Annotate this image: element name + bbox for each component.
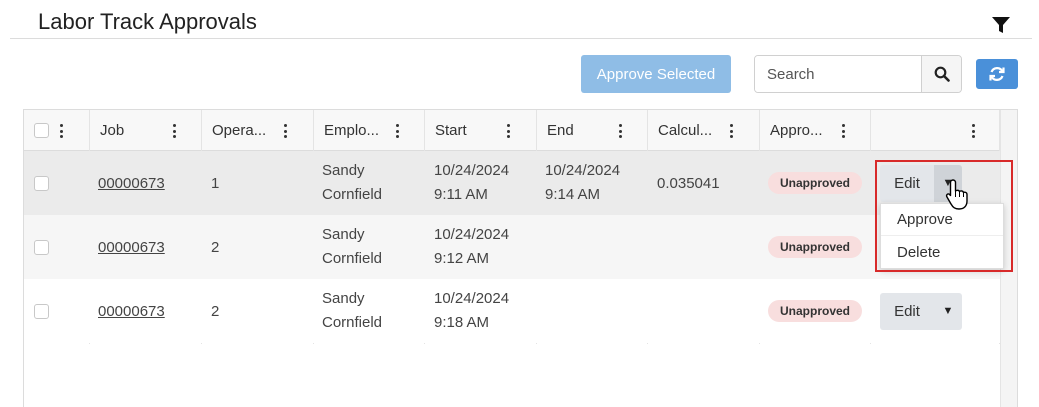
table-row[interactable]: 00000673 1 Sandy Cornfield 10/24/2024 9:… (24, 151, 1000, 215)
kebab-menu-icon[interactable] (838, 122, 848, 140)
search-input[interactable] (755, 56, 921, 92)
kebab-menu-icon[interactable] (503, 122, 513, 140)
row-checkbox[interactable] (34, 303, 49, 319)
edit-button[interactable]: Edit (880, 292, 934, 330)
start-time: 9:12 AM (434, 250, 490, 267)
kebab-menu-icon[interactable] (56, 122, 66, 140)
start-date: 10/24/2024 (434, 162, 510, 179)
header-calculated[interactable]: Calcul... (648, 110, 712, 151)
menu-item-approve[interactable]: Approve (881, 204, 1003, 236)
job-link[interactable]: 00000673 (98, 303, 165, 320)
action-dropdown-menu: Approve Delete (880, 203, 1004, 269)
operation-cell: 1 (211, 174, 220, 192)
status-badge: Unapproved (768, 300, 863, 322)
employee-first: Sandy (322, 290, 365, 307)
table-row[interactable]: 00000673 2 Sandy Cornfield 10/24/2024 9:… (24, 215, 1000, 279)
kebab-menu-icon[interactable] (726, 122, 736, 140)
operation-cell: 2 (211, 238, 220, 256)
approvals-grid: Job Opera... Emplo... Start End Calcul..… (23, 109, 1018, 407)
employee-last: Cornfield (322, 250, 383, 267)
status-badge: Unapproved (768, 236, 863, 258)
job-link[interactable]: 00000673 (98, 239, 165, 256)
refresh-button[interactable] (976, 59, 1018, 89)
filter-icon[interactable] (990, 15, 1012, 35)
kebab-menu-icon[interactable] (615, 122, 625, 140)
edit-split-button: Edit ▼ (880, 164, 962, 202)
approve-selected-button[interactable]: Approve Selected (581, 55, 731, 93)
edit-button[interactable]: Edit (880, 164, 934, 202)
end-time: 9:14 AM (545, 186, 601, 203)
header-divider (10, 38, 1032, 39)
header-employee[interactable]: Emplo... (314, 110, 379, 151)
search-icon (934, 66, 950, 82)
search-button[interactable] (921, 56, 961, 92)
refresh-icon (989, 67, 1005, 81)
start-date: 10/24/2024 (434, 226, 510, 243)
kebab-menu-icon[interactable] (968, 122, 978, 140)
row-checkbox[interactable] (34, 239, 49, 255)
header-start[interactable]: Start (425, 110, 467, 151)
search-box (754, 55, 962, 93)
operation-cell: 2 (211, 302, 220, 320)
start-date: 10/24/2024 (434, 290, 510, 307)
header-approval[interactable]: Appro... (760, 110, 823, 151)
status-badge: Unapproved (768, 172, 863, 194)
header-end[interactable]: End (537, 110, 574, 151)
kebab-menu-icon[interactable] (392, 122, 402, 140)
header-operation[interactable]: Opera... (202, 110, 266, 151)
caret-down-icon[interactable]: ▼ (934, 164, 962, 202)
start-time: 9:11 AM (434, 186, 488, 203)
calculated-cell: 0.035041 (657, 174, 720, 192)
edit-split-button: Edit ▼ (880, 292, 962, 330)
select-all-checkbox[interactable] (34, 123, 49, 138)
page-title: Labor Track Approvals (38, 9, 257, 34)
start-time: 9:18 AM (434, 314, 490, 331)
employee-last: Cornfield (322, 186, 383, 203)
employee-first: Sandy (322, 226, 365, 243)
row-checkbox[interactable] (34, 175, 49, 191)
header-job[interactable]: Job (90, 110, 124, 151)
kebab-menu-icon[interactable] (280, 122, 290, 140)
employee-first: Sandy (322, 162, 365, 179)
caret-down-icon[interactable]: ▼ (934, 292, 962, 330)
end-date: 10/24/2024 (545, 162, 621, 179)
kebab-menu-icon[interactable] (169, 122, 179, 140)
job-link[interactable]: 00000673 (98, 175, 165, 192)
employee-last: Cornfield (322, 314, 383, 331)
menu-item-delete[interactable]: Delete (881, 236, 1003, 268)
table-row[interactable]: 00000673 2 Sandy Cornfield 10/24/2024 9:… (24, 279, 1000, 343)
